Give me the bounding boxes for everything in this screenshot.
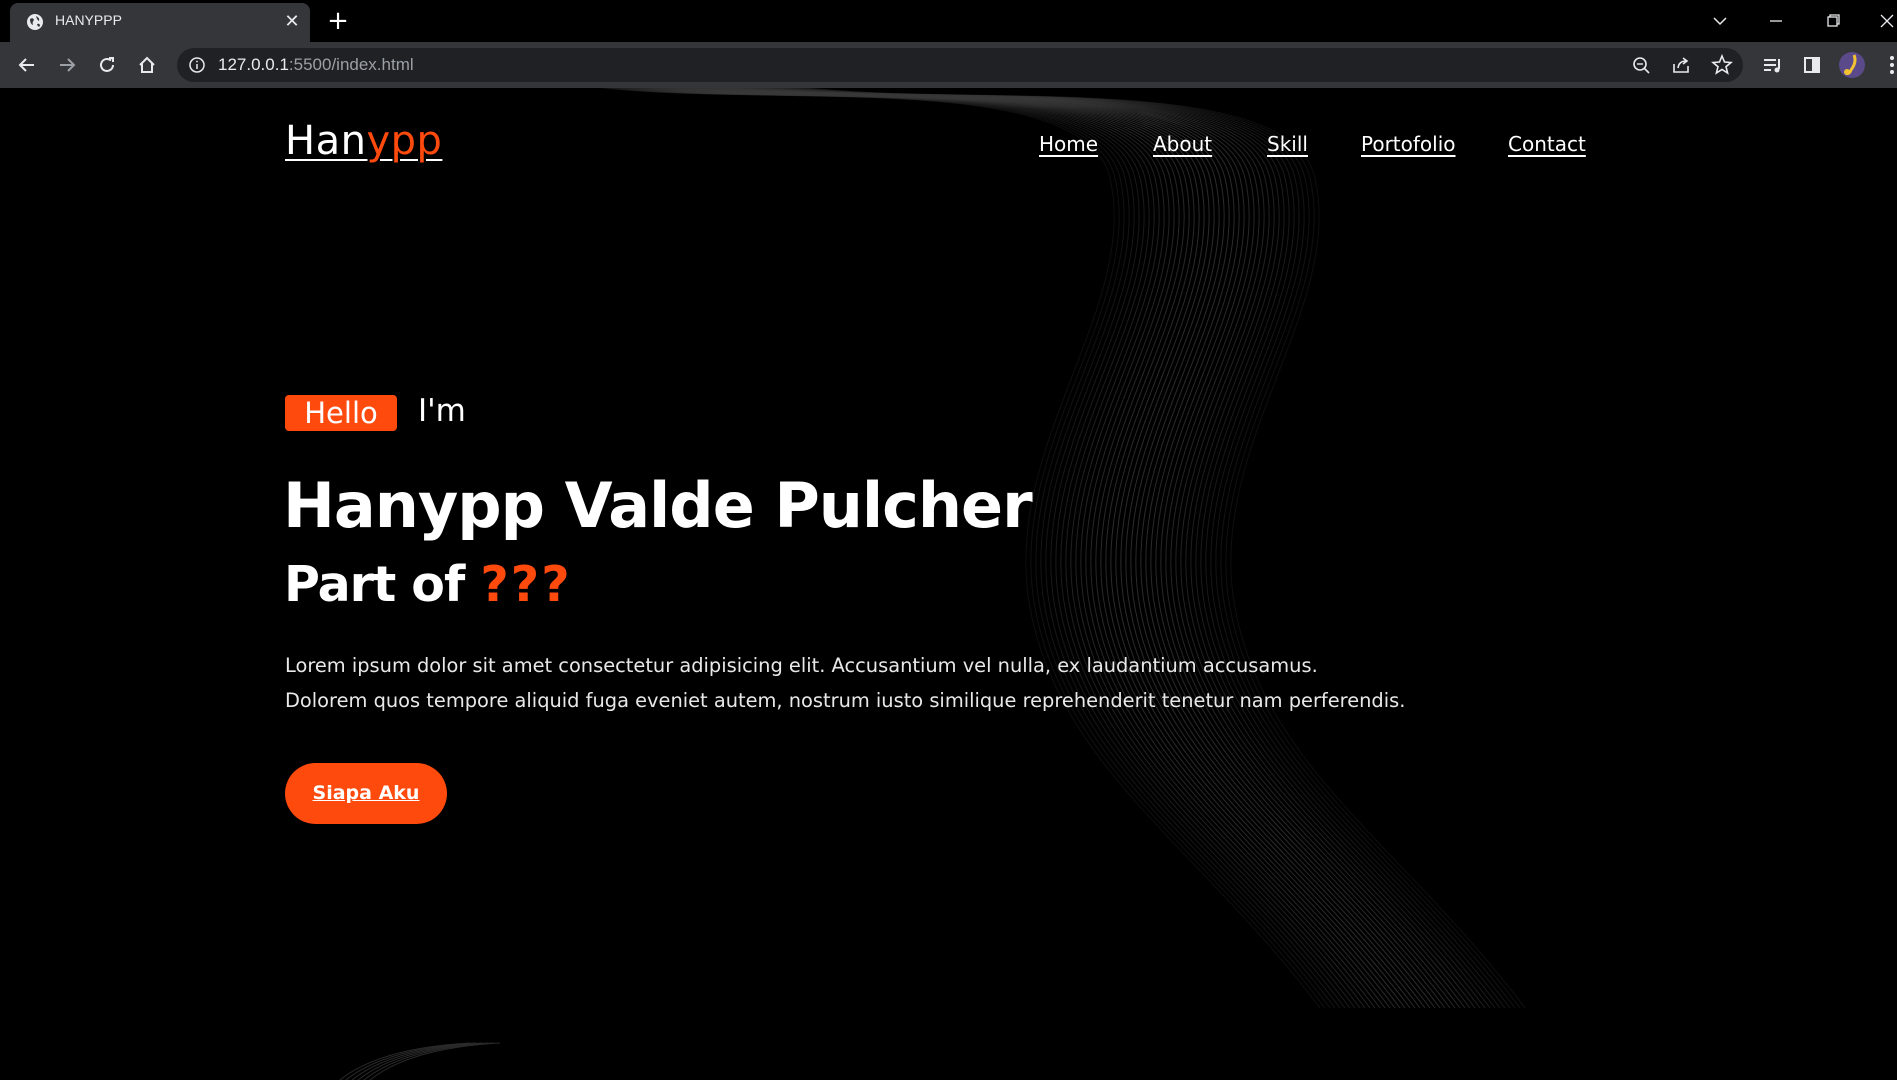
wave-line [620, 88, 1341, 1009]
info-icon[interactable] [188, 56, 206, 74]
description-line: Lorem ipsum dolor sit amet consectetur a… [285, 654, 1318, 677]
wave-line [685, 88, 1406, 1009]
wave-line [735, 88, 1456, 1009]
home-icon[interactable] [132, 50, 162, 80]
new-tab-button[interactable]: + [325, 8, 351, 35]
wave-line [610, 88, 1331, 1009]
wave-line [760, 88, 1481, 1009]
browser-toolbar: 127.0.0.1:5500/index.html [0, 42, 1897, 88]
wave-line [605, 88, 1326, 1009]
hello-badge: Hello [285, 395, 397, 431]
media-playlist-icon[interactable] [1757, 50, 1787, 80]
wave-line [665, 88, 1386, 1009]
url-path: :5500/index.html [288, 55, 414, 74]
hero-name: Hanypp Valde Pulcher [283, 469, 1033, 542]
tab-title: HANYPPP [55, 12, 122, 28]
wave-line [695, 88, 1416, 1009]
restore-icon[interactable] [1818, 8, 1848, 34]
wave-line [775, 88, 1496, 1009]
wave-line [800, 88, 1521, 1009]
nav-contact[interactable]: Contact [1508, 132, 1586, 156]
wave-line [655, 88, 1376, 1009]
wave-line [750, 88, 1471, 1009]
wave-line [720, 88, 1441, 1009]
im-text: I'm [418, 393, 466, 429]
reload-icon[interactable] [92, 50, 122, 80]
kebab-menu-icon[interactable] [1877, 50, 1897, 80]
hero-description: Lorem ipsum dolor sit amet consectetur a… [285, 648, 1405, 718]
nav-about[interactable]: About [1153, 132, 1212, 156]
wave-line [675, 88, 1396, 1009]
subtitle-accent: ??? [480, 556, 572, 613]
url-text[interactable]: 127.0.0.1:5500/index.html [218, 55, 414, 75]
minimize-icon[interactable] [1761, 8, 1791, 34]
address-bar[interactable]: 127.0.0.1:5500/index.html [177, 48, 1743, 82]
profile-avatar-icon[interactable] [1837, 50, 1867, 80]
chevron-down-icon[interactable] [1705, 8, 1735, 34]
wave-line [650, 88, 1371, 1009]
wave-line [745, 88, 1466, 1009]
wave-line [615, 88, 1336, 1009]
forward-arrow-icon[interactable] [52, 50, 82, 80]
close-icon[interactable] [1872, 8, 1897, 34]
siapa-aku-button[interactable]: Siapa Aku [285, 763, 447, 824]
share-icon[interactable] [1670, 54, 1694, 76]
nav-skill[interactable]: Skill [1267, 132, 1308, 156]
back-arrow-icon[interactable] [12, 50, 42, 80]
bookmark-star-icon[interactable] [1710, 54, 1734, 76]
url-host: 127.0.0.1 [218, 55, 289, 74]
description-line: Dolorem quos tempore aliquid fuga evenie… [285, 689, 1406, 712]
side-panel-icon[interactable] [1797, 50, 1827, 80]
wave-line [805, 88, 1526, 1009]
wave-line [670, 88, 1391, 1009]
wave-line [715, 88, 1436, 1009]
browser-tab[interactable]: HANYPPP ✕ [10, 3, 310, 42]
wave-line [660, 88, 1381, 1009]
wave-line [600, 88, 1321, 1009]
wave-line [705, 88, 1426, 1009]
logo-accent: ypp [366, 118, 443, 164]
zoom-icon[interactable] [1630, 54, 1654, 76]
browser-tab-bar: HANYPPP ✕ + [0, 0, 1897, 42]
hero-subtitle: Part of ??? [284, 556, 572, 613]
web-page: Hanypp Home About Skill Portofolio Conta… [0, 88, 1897, 1080]
wave-line [630, 88, 1351, 1009]
nav-home[interactable]: Home [1039, 132, 1098, 156]
wave-line [770, 88, 1491, 1009]
logo-primary: Han [285, 118, 367, 164]
wave-line [740, 88, 1461, 1009]
wave-line [640, 88, 1361, 1009]
wave-line [730, 88, 1451, 1009]
nav-portofolio[interactable]: Portofolio [1361, 132, 1456, 156]
wave-line [790, 88, 1511, 1009]
wave-line [785, 88, 1506, 1009]
wave-line [780, 88, 1501, 1009]
site-logo[interactable]: Hanypp [285, 118, 442, 164]
wave-line [680, 88, 1401, 1009]
wave-line [625, 88, 1346, 1009]
subtitle-text: Part of [284, 556, 481, 613]
wave-line [700, 88, 1421, 1009]
wave-line [765, 88, 1486, 1009]
wave-line [725, 88, 1446, 1009]
wave-line [795, 88, 1516, 1009]
wave-line [635, 88, 1356, 1009]
globe-icon [27, 14, 43, 30]
wave-line [690, 88, 1411, 1009]
wave-line [755, 88, 1476, 1009]
wave-line [645, 88, 1366, 1009]
close-icon[interactable]: ✕ [282, 12, 302, 32]
wave-line [710, 88, 1431, 1009]
